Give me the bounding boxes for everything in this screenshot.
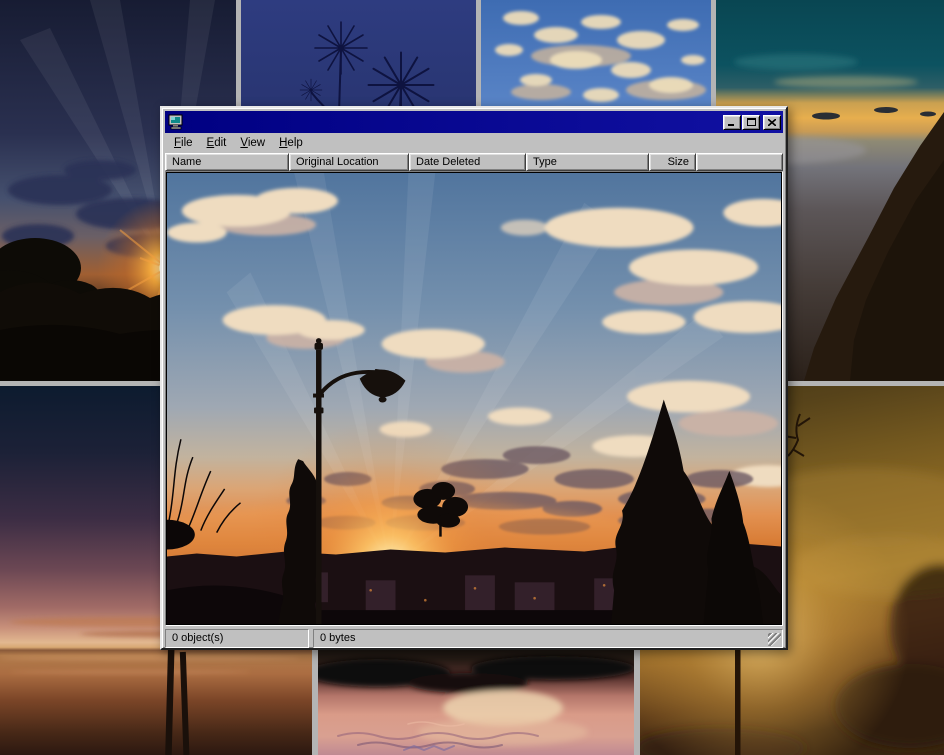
close-icon xyxy=(768,119,776,126)
maximize-icon xyxy=(747,118,756,126)
recycle-bin-window: File Edit View Help Name Original Locati… xyxy=(160,106,788,650)
status-bar: 0 object(s) 0 bytes xyxy=(165,626,783,648)
column-header-size[interactable]: Size xyxy=(649,153,696,171)
column-header-original-location[interactable]: Original Location xyxy=(289,153,409,171)
column-header-type[interactable]: Type xyxy=(526,153,649,171)
resize-grip[interactable] xyxy=(768,633,781,646)
status-object-count: 0 object(s) xyxy=(165,629,309,648)
status-bytes: 0 bytes xyxy=(313,629,783,648)
maximize-button[interactable] xyxy=(742,115,760,130)
minimize-button[interactable] xyxy=(723,115,741,130)
computer-icon xyxy=(168,114,185,130)
close-button[interactable] xyxy=(763,115,781,130)
minimize-icon xyxy=(728,119,736,126)
file-list-area[interactable] xyxy=(165,171,783,626)
menu-edit[interactable]: Edit xyxy=(200,135,234,151)
window-titlebar[interactable] xyxy=(165,111,783,133)
menu-view[interactable]: View xyxy=(233,135,272,151)
status-bytes-text: 0 bytes xyxy=(320,632,355,644)
menu-file[interactable]: File xyxy=(167,135,200,151)
column-header-filler xyxy=(696,153,783,171)
column-header-date-deleted[interactable]: Date Deleted xyxy=(409,153,526,171)
sunset-street-lamp-photo xyxy=(167,173,781,624)
menu-help[interactable]: Help xyxy=(272,135,310,151)
column-header-row: Name Original Location Date Deleted Type… xyxy=(165,153,783,171)
desktop-wallpaper: File Edit View Help Name Original Locati… xyxy=(0,0,944,755)
column-header-name[interactable]: Name xyxy=(165,153,289,171)
menu-bar: File Edit View Help xyxy=(165,133,783,153)
